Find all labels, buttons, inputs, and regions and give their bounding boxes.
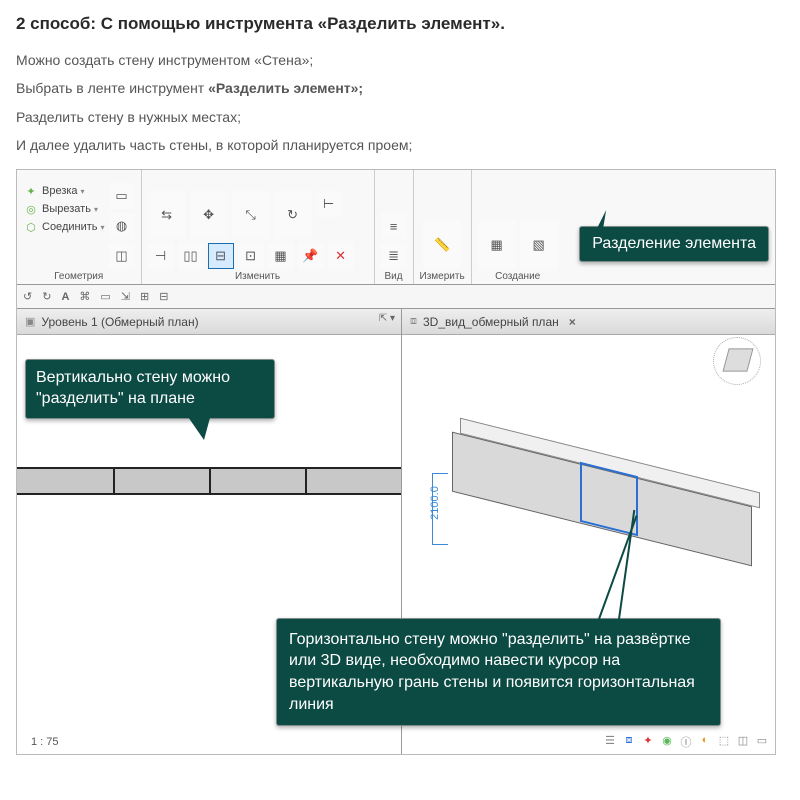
intro-line-2: Выбрать в ленте инструмент «Разделить эл… [16,78,784,98]
modify-splitgap[interactable]: ⊡ [238,243,264,269]
qat-icon[interactable]: ↻ [42,290,51,303]
split-element-button[interactable]: ⊟ [208,243,234,269]
qat-icon[interactable]: ⊞ [140,290,149,303]
wall-plan [17,467,401,495]
measure-tool[interactable]: 📏 [423,221,461,269]
view-status-bar: ☰ ⧈ ✦ ◉ Ⓘ ◐ ⬚ ◫ ▭ [603,734,769,750]
qat-icon[interactable]: ⊟ [159,290,168,303]
qat-icon[interactable]: ↺ [23,290,32,303]
plan-tab-label: Уровень 1 (Обмерный план) [41,315,198,329]
join-icon: ⬡ [23,219,39,235]
3d-view[interactable]: ⧈ 3D_вид_обмерный план × 2100.0 Горизонт… [402,309,775,754]
modify-extend[interactable]: ⊣ [148,243,174,269]
ribbon-group-geometry: ✦Врезка▾ ◎Вырезать▾ ⬡Соединить▾ ▭ ◍ ◫ Ге… [17,170,142,284]
cube-icon: ⧈ [410,315,417,328]
status-icon[interactable]: Ⓘ [679,734,693,750]
app-screenshot: ✦Врезка▾ ◎Вырезать▾ ⬡Соединить▾ ▭ ◍ ◫ Ге… [16,169,776,755]
geom-tool-c[interactable]: ◫ [109,243,135,269]
modify-mirror[interactable]: ▯▯ [178,243,204,269]
ribbon-group-measure: 📏 Измерить [414,170,472,284]
modify-rotate[interactable]: ↻ [274,191,312,239]
dimension-value: 2100.0 [429,486,441,520]
ribbon-tooltip: Разделение элемента [579,226,769,262]
modify-move[interactable]: ✥ [190,191,228,239]
section-heading: 2 способ: С помощью инструмента «Раздели… [16,14,784,34]
intro-line-1: Можно создать стену инструментом «Стена»… [16,50,784,70]
status-icon[interactable]: ◫ [736,734,750,750]
group-label-geometry: Геометрия [54,271,103,282]
modify-array[interactable]: ▦ [268,243,294,269]
modify-pin[interactable]: 📌 [298,243,324,269]
qat-icon[interactable]: A [61,291,69,303]
plan-view-tab[interactable]: ▣ Уровень 1 (Обмерный план) [17,309,401,335]
intro-line-3: Разделить стену в нужных местах; [16,107,784,127]
view-tool-b[interactable]: ≣ [381,243,407,269]
status-icon[interactable]: ◉ [660,734,674,750]
view-scale[interactable]: 1 : 75 [31,736,59,748]
status-icon[interactable]: ⬚ [717,734,731,750]
ribbon-group-modify: ⇆ ✥ ⤡ ↻ ⊢ ⊣ ▯▯ ⊟ ⊡ ▦ 📌 ✕ Изменить [142,170,375,284]
status-icon[interactable]: ☰ [603,734,617,750]
close-icon[interactable]: × [569,315,576,329]
status-icon[interactable]: ⧈ [622,734,636,750]
tool-vrezka[interactable]: ✦Врезка▾ [23,183,105,199]
viewports: ▣ Уровень 1 (Обмерный план) ⇱ ▾ Вертикал… [17,309,775,754]
modify-align[interactable]: ⇆ [148,191,186,239]
3d-tab-label: 3D_вид_обмерный план [423,315,559,329]
view-maximize[interactable]: ⇱ ▾ [379,313,395,324]
insert-icon: ✦ [23,183,39,199]
qat-icon[interactable]: ⇲ [121,290,130,303]
modify-trim[interactable]: ⊢ [316,191,342,217]
intro-line-4: И далее удалить часть стены, в которой п… [16,135,784,155]
group-label-modify: Изменить [235,271,280,282]
qat-icon[interactable]: ▭ [100,290,110,303]
group-label-create: Создание [495,271,540,282]
cut-icon: ◎ [23,201,39,217]
status-icon[interactable]: ▭ [755,734,769,750]
modify-offset[interactable]: ⤡ [232,191,270,239]
create-tool-a[interactable]: ▦ [478,221,516,269]
ribbon-group-create: ▦▧ Создание [472,170,564,284]
status-icon[interactable]: ✦ [641,734,655,750]
qat-icon[interactable]: ⌘ [79,290,90,303]
callout-3d: Горизонтально стену можно "разделить" на… [276,618,721,726]
tool-join[interactable]: ⬡Соединить▾ [23,219,105,235]
view-icon: ▣ [25,315,35,328]
ribbon-group-view: ≡ ≣ Вид [375,170,414,284]
group-label-measure: Измерить [420,271,465,282]
callout-plan: Вертикально стену можно "разделить" на п… [25,359,275,419]
quick-access-bar: ↺ ↻ A ⌘ ▭ ⇲ ⊞ ⊟ [17,285,775,309]
ribbon: ✦Врезка▾ ◎Вырезать▾ ⬡Соединить▾ ▭ ◍ ◫ Ге… [17,170,775,285]
intro-text: Можно создать стену инструментом «Стена»… [16,50,784,155]
tool-cut[interactable]: ◎Вырезать▾ [23,201,105,217]
view-cube[interactable] [713,337,761,385]
geom-tool-b[interactable]: ◍ [109,213,135,239]
status-icon[interactable]: ◐ [698,734,712,750]
modify-delete[interactable]: ✕ [328,243,354,269]
create-tool-b[interactable]: ▧ [520,221,558,269]
wall-3d: 2100.0 [442,439,762,559]
view-tool-a[interactable]: ≡ [381,213,407,239]
group-label-view: Вид [384,271,402,282]
3d-view-tab[interactable]: ⧈ 3D_вид_обмерный план × [402,309,775,335]
geom-tool-a[interactable]: ▭ [109,183,135,209]
